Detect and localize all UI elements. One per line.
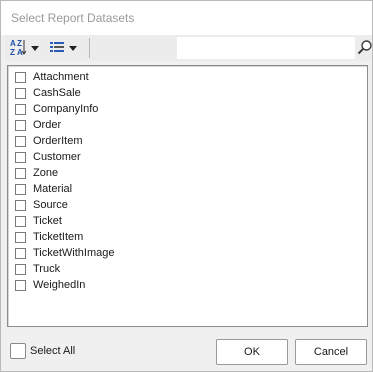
list-item-label: Truck bbox=[33, 263, 61, 275]
list-item[interactable]: TicketWithImage bbox=[15, 245, 115, 261]
cancel-button[interactable]: Cancel bbox=[295, 339, 367, 365]
dialog-footer: Select All OK Cancel bbox=[1, 331, 372, 371]
list-item-label: Customer bbox=[33, 151, 81, 163]
list-view-icon bbox=[49, 40, 65, 57]
select-all-label: Select All bbox=[30, 345, 76, 357]
search-input[interactable] bbox=[177, 37, 355, 59]
list-item-label: Material bbox=[33, 183, 73, 195]
checkbox[interactable] bbox=[15, 279, 26, 291]
list-item[interactable]: Order bbox=[15, 117, 61, 133]
list-item-label: CashSale bbox=[33, 87, 81, 99]
list-item[interactable]: Truck bbox=[15, 261, 60, 277]
list-item[interactable]: CashSale bbox=[15, 85, 81, 101]
toolbar-divider bbox=[89, 38, 90, 58]
checkbox[interactable] bbox=[15, 231, 26, 243]
checkbox[interactable] bbox=[15, 183, 26, 195]
chevron-down-icon bbox=[31, 45, 39, 51]
list-item-label: WeighedIn bbox=[33, 279, 86, 291]
checkbox[interactable] bbox=[15, 215, 26, 227]
list-item-label: CompanyInfo bbox=[33, 103, 99, 115]
toolbar: A Z Z A bbox=[5, 35, 373, 61]
list-item-label: TicketWithImage bbox=[33, 247, 115, 259]
checkbox[interactable] bbox=[15, 135, 26, 147]
list-item[interactable]: Material bbox=[15, 181, 72, 197]
ok-button[interactable]: OK bbox=[216, 339, 288, 365]
checkbox[interactable] bbox=[15, 119, 26, 131]
list-item[interactable]: OrderItem bbox=[15, 133, 83, 149]
select-report-datasets-dialog: Select Report Datasets A Z Z A Attachmen… bbox=[0, 0, 373, 372]
list-item[interactable]: Customer bbox=[15, 149, 81, 165]
magnifier-icon[interactable] bbox=[357, 39, 373, 55]
list-item-label: Ticket bbox=[33, 215, 62, 227]
list-item[interactable]: Attachment bbox=[15, 69, 89, 85]
list-item-label: TicketItem bbox=[33, 231, 84, 243]
sort-dropdown-button[interactable]: A Z Z A bbox=[9, 38, 39, 58]
select-all-checkbox[interactable] bbox=[10, 343, 26, 359]
checkbox[interactable] bbox=[15, 263, 26, 275]
list-item[interactable]: Ticket bbox=[15, 213, 62, 229]
checkbox[interactable] bbox=[15, 247, 26, 259]
checkbox[interactable] bbox=[15, 151, 26, 163]
checkbox[interactable] bbox=[15, 199, 26, 211]
select-all-toggle[interactable]: Select All bbox=[10, 343, 75, 359]
svg-text:Z: Z bbox=[10, 48, 15, 56]
list-item[interactable]: WeighedIn bbox=[15, 277, 85, 293]
list-item[interactable]: CompanyInfo bbox=[15, 101, 98, 117]
list-item-label: Order bbox=[33, 119, 62, 131]
checkbox[interactable] bbox=[15, 71, 26, 83]
svg-text:A: A bbox=[10, 39, 16, 48]
dialog-title: Select Report Datasets bbox=[11, 11, 135, 25]
chevron-down-icon bbox=[69, 45, 77, 51]
sort-az-icon: A Z Z A bbox=[9, 38, 27, 59]
list-item[interactable]: Source bbox=[15, 197, 68, 213]
dataset-list[interactable]: Attachment CashSale CompanyInfo Order Or… bbox=[7, 65, 368, 327]
title-bar: Select Report Datasets bbox=[1, 1, 372, 35]
checkbox[interactable] bbox=[15, 103, 26, 115]
list-item[interactable]: Zone bbox=[15, 165, 58, 181]
list-item-label: Source bbox=[33, 199, 68, 211]
list-item-label: Attachment bbox=[33, 71, 89, 83]
list-item-label: Zone bbox=[33, 167, 59, 179]
view-dropdown-button[interactable] bbox=[49, 38, 77, 58]
svg-text:Z: Z bbox=[17, 39, 22, 48]
list-item[interactable]: TicketItem bbox=[15, 229, 83, 245]
list-item-label: OrderItem bbox=[33, 135, 83, 147]
checkbox[interactable] bbox=[15, 167, 26, 179]
checkbox[interactable] bbox=[15, 87, 26, 99]
